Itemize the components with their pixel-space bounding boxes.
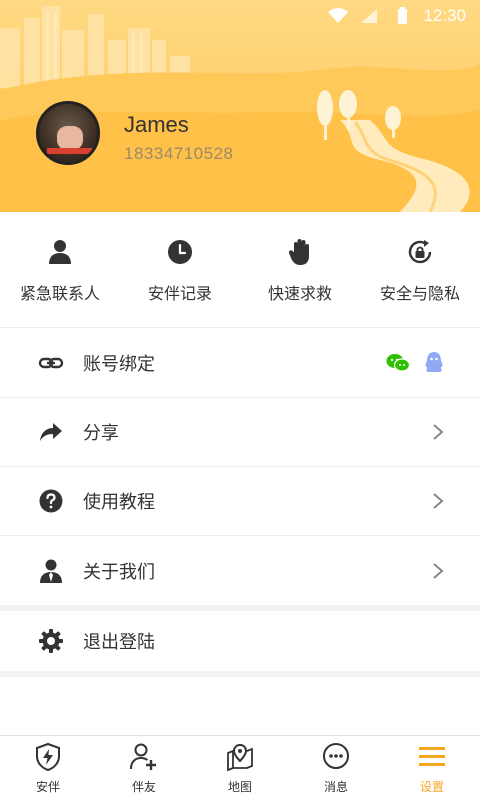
quick-item-privacy[interactable]: 安全与隐私 [360, 212, 480, 327]
clock-icon [168, 240, 192, 264]
chevron-right-icon [433, 424, 444, 440]
tab-label: 消息 [323, 780, 348, 794]
tab-messages[interactable]: 消息 [288, 736, 384, 800]
tab-friends[interactable]: 伴友 [96, 736, 192, 800]
share-arrow-icon [38, 419, 64, 445]
wifi-icon [328, 8, 349, 23]
map-pin-icon [227, 743, 253, 772]
chevron-right-icon [433, 493, 444, 509]
avatar-face [57, 126, 83, 150]
menu-row-logout[interactable]: 退出登陆 [0, 611, 480, 671]
profile-name: James [124, 112, 189, 137]
chevron-right-icon [433, 562, 444, 579]
tab-label: 地图 [227, 780, 252, 794]
avatar-detail [47, 148, 93, 154]
profile-phone: 18334710528 [124, 144, 234, 163]
bottom-tab-bar: 安伴 伴友 地图 消息 设置 [0, 735, 480, 800]
battery-icon [398, 7, 408, 24]
menu-icon [419, 747, 445, 766]
signal-icon [361, 9, 378, 23]
quick-item-label: 安全与隐私 [379, 286, 460, 303]
quick-item-label: 快速求救 [267, 286, 332, 303]
profile-header: 12:30 James 18334710528 [0, 0, 480, 212]
hand-icon [288, 239, 309, 265]
quick-item-label: 紧急联系人 [19, 286, 100, 303]
link-icon [38, 350, 64, 376]
quick-item-records[interactable]: 安伴记录 [120, 212, 240, 327]
avatar[interactable] [36, 101, 100, 165]
menu-row-share[interactable]: 分享 [0, 398, 480, 467]
add-friend-icon [130, 743, 156, 770]
tab-anban[interactable]: 安伴 [0, 736, 96, 800]
help-icon [38, 488, 64, 514]
wechat-icon[interactable] [386, 353, 410, 373]
menu-row-label: 关于我们 [83, 561, 155, 582]
tab-label: 设置 [419, 780, 444, 794]
chat-bubble-icon [323, 743, 349, 769]
tab-label: 伴友 [131, 780, 156, 794]
status-time: 12:30 [423, 6, 466, 25]
tab-map[interactable]: 地图 [192, 736, 288, 800]
menu-row-label: 账号绑定 [83, 354, 155, 374]
menu-row-account-binding[interactable]: 账号绑定 [0, 329, 480, 398]
gear-icon [38, 628, 64, 654]
quick-item-sos[interactable]: 快速求救 [240, 212, 360, 327]
menu-row-about[interactable]: 关于我们 [0, 536, 480, 605]
qq-icon[interactable] [424, 351, 444, 375]
lock-refresh-icon [408, 240, 432, 264]
menu-row-label: 退出登陆 [83, 632, 155, 652]
section-divider [0, 671, 480, 677]
status-bar: 12:30 [0, 0, 480, 32]
menu-row-label: 使用教程 [83, 492, 155, 512]
menu-row-label: 分享 [83, 423, 119, 443]
user-tie-icon [38, 558, 64, 584]
shield-bolt-icon [36, 742, 60, 772]
tab-label: 安伴 [35, 780, 60, 794]
tab-settings[interactable]: 设置 [384, 736, 480, 800]
quick-item-emergency-contacts[interactable]: 紧急联系人 [0, 212, 120, 327]
quick-actions: 紧急联系人 安伴记录 快速求救 安全与隐私 [0, 212, 480, 328]
menu-row-tutorial[interactable]: 使用教程 [0, 467, 480, 536]
person-icon [49, 240, 71, 264]
quick-item-label: 安伴记录 [147, 286, 212, 303]
